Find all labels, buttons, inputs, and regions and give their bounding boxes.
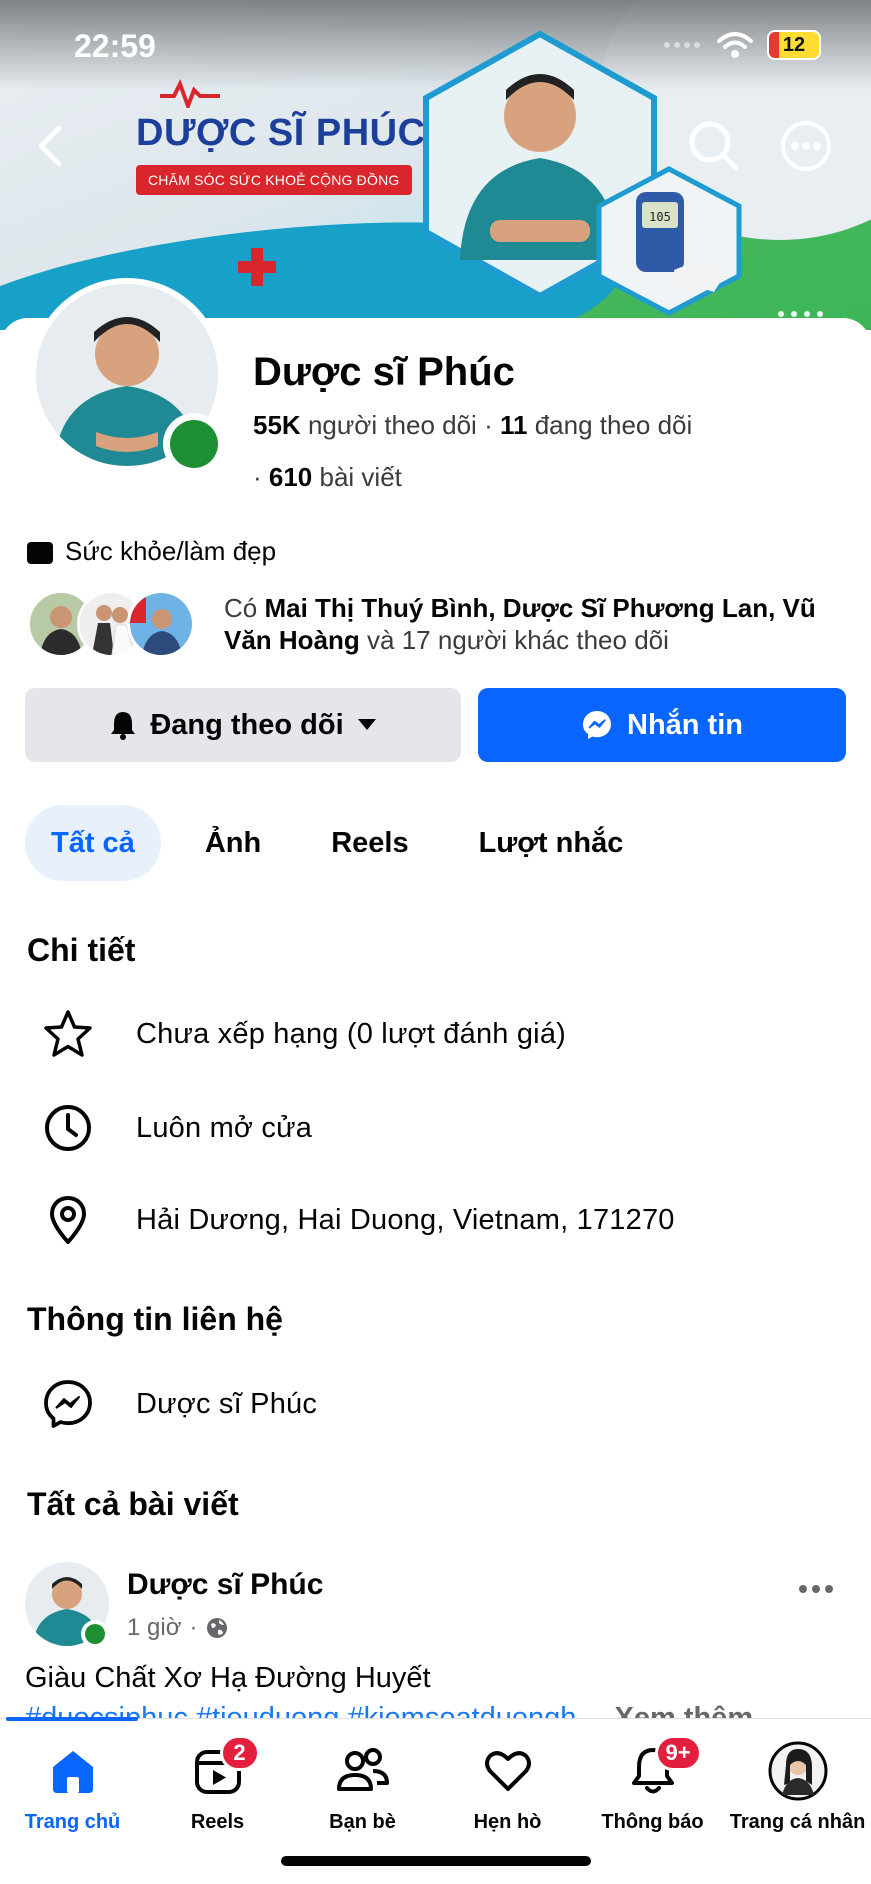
post-stats: · 610 bài viết [253, 462, 402, 493]
nav-home-label: Trang chủ [24, 1811, 121, 1833]
post-online-indicator [81, 1620, 109, 1648]
reels-icon: 2 [188, 1735, 260, 1801]
post-author-name[interactable]: Dược sĩ Phúc [127, 1568, 323, 1602]
friends-icon [333, 1741, 393, 1801]
mutual-prefix: Có [224, 593, 258, 623]
address-row[interactable]: Hải Dương, Hai Duong, Vietnam, 171270 [40, 1190, 840, 1250]
details-title: Chi tiết [27, 932, 136, 968]
battery-indicator: 12 [767, 30, 821, 60]
cover-brand-subtitle: CHĂM SÓC SỨC KHOẺ CỘNG ĐỒNG [136, 165, 412, 195]
address-text: Hải Dương, Hai Duong, Vietnam, 171270 [136, 1203, 675, 1236]
rating-text: Chưa xếp hạng (0 lượt đánh giá) [136, 1017, 567, 1050]
clapperboard-icon [27, 541, 53, 564]
notifications-badge: 9+ [654, 1735, 702, 1771]
reels-badge: 2 [219, 1735, 260, 1771]
back-button[interactable] [22, 118, 78, 174]
nav-dating[interactable]: Hẹn hò [435, 1719, 580, 1839]
location-pin-icon [40, 1192, 96, 1248]
meta-separator: · [189, 1614, 198, 1641]
mutual-suffix: và 17 người khác theo dõi [367, 625, 669, 655]
nav-friends[interactable]: Bạn bè [290, 1719, 435, 1839]
profile-tabs: Tất cả Ảnh Reels Lượt nhắc [25, 805, 667, 881]
chevron-left-icon [38, 125, 62, 167]
posts-count: 610 [268, 462, 313, 492]
post-header: Dược sĩ Phúc 1 giờ · [25, 1562, 855, 1652]
nav-reels[interactable]: 2 Reels [145, 1719, 290, 1839]
search-button[interactable] [686, 118, 742, 174]
bell-icon [111, 712, 136, 740]
profile-name: Dược sĩ Phúc [253, 350, 515, 394]
messenger-icon [583, 711, 611, 739]
hours-text: Luôn mở cửa [136, 1111, 313, 1144]
home-icon [43, 1741, 103, 1801]
following-button-label: Đang theo dõi [150, 708, 344, 741]
heart-icon [478, 1741, 538, 1801]
wifi-icon [717, 32, 753, 58]
clock-icon [40, 1100, 96, 1156]
online-status-indicator [163, 413, 225, 475]
cellular-signal-icon [664, 42, 700, 48]
profile-avatar-icon [768, 1741, 828, 1801]
nav-friends-label: Bạn bè [329, 1811, 396, 1833]
category-label: Sức khỏe/làm đẹp [65, 536, 277, 566]
nav-notifications-label: Thông báo [601, 1811, 704, 1833]
post-time[interactable]: 1 giờ [127, 1614, 181, 1642]
post-text: Giàu Chất Xơ Hạ Đường Huyết [25, 1662, 431, 1694]
mutual-followers[interactable]: Có Mai Thị Thuý Bình, Dược Sĩ Phương Lan… [27, 590, 847, 660]
mutual-avatar [127, 590, 195, 658]
contact-title: Thông tin liên hệ [27, 1301, 283, 1337]
messenger-outline-icon [40, 1376, 96, 1432]
home-indicator [281, 1856, 591, 1866]
heartbeat-icon [160, 78, 220, 108]
status-icons: 12 [663, 30, 821, 60]
status-time: 22:59 [74, 28, 156, 64]
search-icon [689, 121, 739, 171]
messenger-contact-row[interactable]: Dược sĩ Phúc [40, 1374, 840, 1434]
all-posts-title: Tất cả bài viết [27, 1486, 239, 1522]
posts-label: bài viết [319, 462, 402, 492]
more-icon [781, 121, 831, 171]
glucose-meter-hexagon: 105 [596, 166, 742, 316]
mutual-followers-text: Có Mai Thị Thuý Bình, Dược Sĩ Phương Lan… [224, 592, 864, 656]
nav-reels-label: Reels [190, 1811, 245, 1833]
star-icon [40, 1006, 96, 1062]
caret-down-icon [357, 719, 376, 730]
tab-photos[interactable]: Ảnh [179, 805, 287, 881]
tab-reels[interactable]: Reels [305, 805, 434, 881]
follow-stats: 55K người theo dõi · 11 đang theo dõi [253, 410, 692, 441]
stats-separator: · [484, 410, 500, 440]
followers-label[interactable]: người theo dõi [308, 410, 477, 440]
cover-brand-title: DƯỢC SĨ PHÚC [136, 112, 426, 154]
followers-count[interactable]: 55K [253, 410, 301, 440]
messenger-contact-text: Dược sĩ Phúc [136, 1387, 318, 1420]
post-meta: 1 giờ · [127, 1614, 229, 1642]
tab-all[interactable]: Tất cả [25, 805, 161, 881]
bell-outline-icon: 9+ [623, 1735, 702, 1801]
medical-cross-icon [238, 248, 276, 286]
post-more-button[interactable] [791, 1574, 841, 1604]
page-category: Sức khỏe/làm đẹp [27, 536, 276, 567]
glucose-reading: 105 [649, 210, 671, 224]
nav-notifications[interactable]: 9+ Thông báo [580, 1719, 725, 1839]
cover-page-dots [778, 311, 823, 317]
globe-icon [207, 1618, 228, 1638]
rating-row[interactable]: Chưa xếp hạng (0 lượt đánh giá) [40, 1004, 840, 1064]
more-horizontal-icon [799, 1585, 833, 1593]
hours-row: Luôn mở cửa [40, 1098, 840, 1158]
following-count[interactable]: 11 [500, 410, 528, 440]
nav-profile-label: Trang cá nhân [729, 1811, 866, 1833]
following-button[interactable]: Đang theo dõi [25, 688, 461, 762]
message-button[interactable]: Nhắn tin [478, 688, 846, 762]
message-button-label: Nhắn tin [627, 708, 743, 741]
more-options-button[interactable] [778, 118, 834, 174]
stats-separator: · [253, 462, 269, 492]
nav-profile[interactable]: Trang cá nhân [725, 1719, 870, 1839]
following-label[interactable]: đang theo dõi [535, 410, 693, 440]
tab-mentions[interactable]: Lượt nhắc [453, 805, 650, 881]
nav-dating-label: Hẹn hò [473, 1811, 542, 1833]
nav-home[interactable]: Trang chủ [0, 1719, 145, 1839]
